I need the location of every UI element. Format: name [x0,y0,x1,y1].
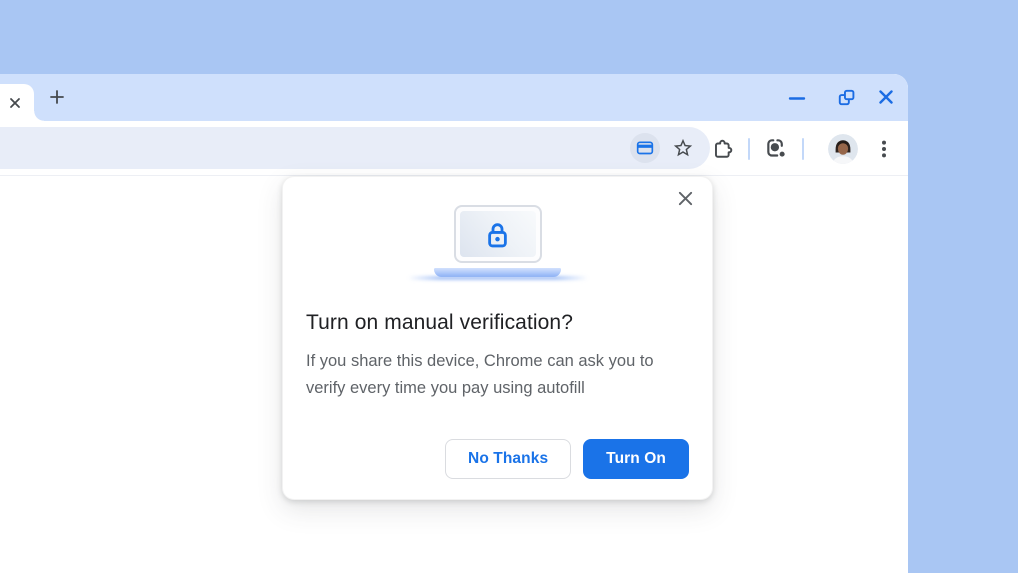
turn-on-button[interactable]: Turn On [583,439,689,479]
active-tab[interactable] [0,84,44,121]
laptop-shadow [407,276,588,280]
plus-icon [49,89,65,105]
close-window-icon [878,89,894,105]
toolbar-separator [802,137,804,160]
dialog-buttons: No Thanks Turn On [445,439,689,479]
payment-card-icon [635,138,655,158]
dialog-body: If you share this device, Chrome can ask… [306,352,654,397]
restore-window-icon [837,88,856,107]
lens-search-button[interactable] [764,137,788,161]
tab-close-icon[interactable] [8,96,22,110]
window-minimize-button[interactable] [785,85,809,109]
dialog-title: Turn on manual verification? [306,311,573,334]
manual-verification-dialog: Turn on manual verification? If you shar… [282,176,713,500]
window-restore-button[interactable] [834,85,858,109]
extensions-button[interactable] [710,137,734,161]
browser-toolbar [0,121,908,176]
address-bar[interactable] [0,127,710,169]
more-vert-icon [874,139,894,159]
bookmark-star-button[interactable] [671,136,695,160]
minimize-icon [788,88,806,106]
lock-icon [484,219,511,249]
star-icon [672,137,694,159]
window-controls [785,85,898,109]
dialog-close-button[interactable] [672,185,698,211]
payment-autofill-chip[interactable] [630,133,660,163]
close-x-icon [677,190,694,207]
window-close-button[interactable] [874,85,898,109]
toolbar-separator [748,137,750,160]
laptop-screen [459,211,536,257]
toolbar-actions [710,121,896,176]
profile-avatar[interactable] [828,133,858,164]
new-tab-button[interactable] [45,85,69,109]
desktop-background: Turn on manual verification? If you shar… [0,0,1018,573]
laptop-lock-illustration [283,177,712,280]
extensions-puzzle-icon [711,137,734,160]
lens-camera-icon [765,137,788,160]
laptop-lid [453,205,542,263]
browser-menu-button[interactable] [872,137,896,161]
no-thanks-button[interactable]: No Thanks [445,439,572,479]
tab-strip [0,74,908,121]
